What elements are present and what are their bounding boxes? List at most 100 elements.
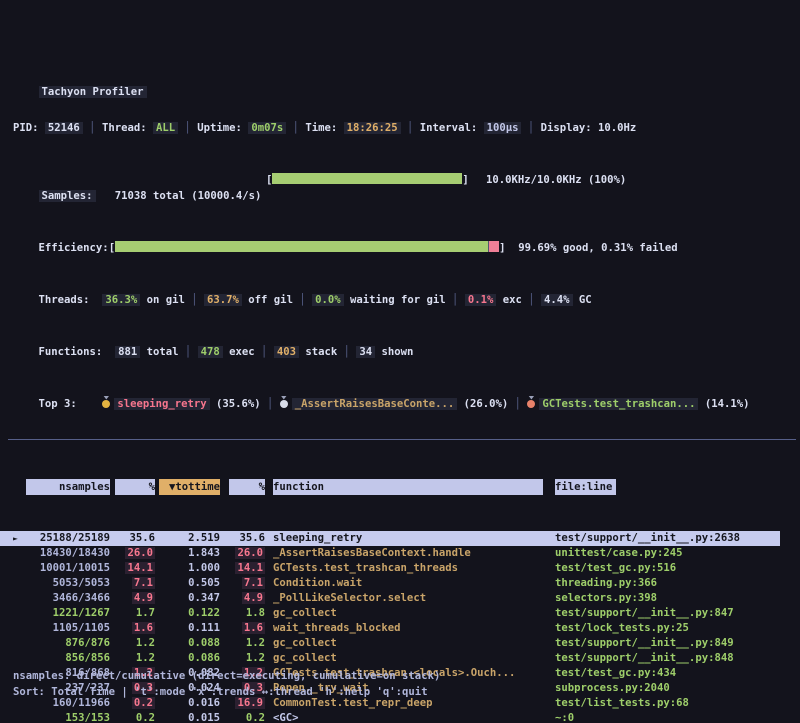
table-row[interactable]: 5053/50537.10.5057.1Condition.waitthread… bbox=[0, 576, 800, 591]
thread-value[interactable]: ALL bbox=[153, 122, 178, 134]
header-cumpct[interactable]: % bbox=[229, 479, 265, 495]
medal-rank3-icon bbox=[527, 400, 535, 408]
function-stat-value: 34 bbox=[356, 346, 375, 358]
nsamples-cell: 153/153 bbox=[26, 711, 110, 723]
cumpct-cell: 1.2 bbox=[229, 636, 265, 651]
title-line: Tachyon Profiler bbox=[0, 68, 800, 84]
thread-stat-value: 0.1% bbox=[465, 294, 497, 306]
function-stat-text: exec bbox=[229, 346, 255, 358]
table-row[interactable]: 10001/1001514.11.00014.1GCTests.test_tra… bbox=[0, 561, 800, 576]
cumpct-value: 14.1 bbox=[235, 562, 265, 574]
uptime-value: 0m07s bbox=[248, 122, 286, 134]
threads-line: Threads: 36.3% on gil63.7% off gil0.0% w… bbox=[0, 276, 800, 292]
top3-pct: (35.6%) bbox=[210, 398, 261, 410]
nsamples-cell: 876/876 bbox=[26, 636, 110, 651]
tottime-cell: 0.347 bbox=[159, 591, 220, 606]
efficiency-line: Efficiency:[] 99.69% good, 0.31% failed bbox=[0, 224, 800, 240]
display-value: 10.0Hz bbox=[598, 122, 636, 134]
header-tottime-sorted[interactable]: ▼tottime bbox=[159, 479, 220, 495]
cumpct-cell: 1.6 bbox=[229, 621, 265, 636]
separator bbox=[446, 294, 465, 306]
thread-stat-text: exc bbox=[503, 294, 522, 306]
separator bbox=[185, 294, 204, 306]
pct-cell: 26.0 bbox=[115, 546, 155, 561]
pct-cell: 1.2 bbox=[115, 636, 155, 651]
separator bbox=[401, 122, 420, 134]
top3-line: Top 3: sleeping_retry (35.6%)_AssertRais… bbox=[0, 380, 800, 396]
file-line-cell: ~:0 bbox=[555, 711, 800, 723]
function-cell: Condition.wait bbox=[273, 576, 543, 591]
table-row[interactable]: 1105/11051.60.1111.6wait_threads_blocked… bbox=[0, 621, 800, 636]
nsamples-cell: 18430/18430 bbox=[26, 546, 110, 561]
cumpct-cell: 14.1 bbox=[229, 561, 265, 576]
thread-stat-value: 0.0% bbox=[312, 294, 344, 306]
file-line-cell: selectors.py:398 bbox=[555, 591, 800, 606]
nsamples-cell: 10001/10015 bbox=[26, 561, 110, 576]
pct-cell: 35.6 bbox=[115, 531, 155, 546]
top3-function-name[interactable]: sleeping_retry bbox=[114, 398, 209, 410]
app-title: Tachyon Profiler bbox=[39, 86, 147, 98]
time-value: 18:26:25 bbox=[344, 122, 401, 134]
profiler-terminal: Tachyon Profiler PID: 52146Thread: ALLUp… bbox=[0, 0, 800, 723]
function-cell: gc_collect bbox=[273, 606, 543, 621]
pct-cell: 1.2 bbox=[115, 651, 155, 666]
header-file-line[interactable]: file:line bbox=[555, 479, 616, 495]
tottime-cell: 1.000 bbox=[159, 561, 220, 576]
efficiency-bar-fail bbox=[489, 241, 499, 252]
separator bbox=[293, 294, 312, 306]
cumpct-value: 26.0 bbox=[235, 547, 265, 559]
thread-stat-text: waiting for gil bbox=[350, 294, 446, 306]
table-row[interactable]: 1221/12671.70.1221.8gc_collecttest/suppo… bbox=[0, 606, 800, 621]
file-line-cell: test/lock_tests.py:25 bbox=[555, 621, 800, 636]
separator bbox=[522, 294, 541, 306]
threads-segments: 36.3% on gil63.7% off gil0.0% waiting fo… bbox=[102, 294, 591, 306]
samples-label: Samples: bbox=[39, 190, 96, 202]
pid-value: 52146 bbox=[45, 122, 83, 134]
tottime-cell: 0.088 bbox=[159, 636, 220, 651]
separator bbox=[83, 122, 102, 134]
pct-cell: 1.7 bbox=[115, 606, 155, 621]
cumpct-value: 0.2 bbox=[246, 712, 265, 723]
tottime-cell: 2.519 bbox=[159, 531, 220, 546]
function-cell: _PollLikeSelector.select bbox=[273, 591, 543, 606]
thread-stat-text: GC bbox=[579, 294, 592, 306]
tottime-cell: 1.843 bbox=[159, 546, 220, 561]
pct-cell: 0.2 bbox=[115, 711, 155, 723]
samples-line: Samples: 71038 total (10000.4/s) [] 10.0… bbox=[0, 172, 800, 188]
header-function[interactable]: function bbox=[273, 479, 543, 495]
header-pct[interactable]: % bbox=[115, 479, 155, 495]
function-stat-value: 881 bbox=[115, 346, 140, 358]
pct-cell: 14.1 bbox=[115, 561, 155, 576]
tottime-cell: 0.111 bbox=[159, 621, 220, 636]
pct-value: 1.7 bbox=[136, 607, 155, 619]
separator bbox=[337, 346, 356, 358]
pid-label: PID: bbox=[13, 122, 39, 134]
table-row[interactable]: 18430/18430 26.0 1.843 26.0 _AssertRaisesBas… bbox=[0, 546, 800, 561]
file-line-cell: test/support/__init__.py:848 bbox=[555, 651, 800, 666]
table-row[interactable]: 153/1530.20.0150.2<GC>~:0 bbox=[0, 711, 800, 723]
file-line-cell: unittest/case.py:245 bbox=[555, 546, 800, 561]
pct-value: 14.1 bbox=[125, 562, 155, 574]
table-row[interactable]: ►25188/2518935.62.51935.6sleeping_retryt… bbox=[0, 531, 800, 546]
horizontal-rule bbox=[8, 432, 796, 440]
thread-label: Thread: bbox=[102, 122, 147, 134]
medal-rank1-icon bbox=[102, 400, 110, 408]
table-row[interactable]: 3466/34664.90.3474.9_PollLikeSelector.se… bbox=[0, 591, 800, 606]
table-row[interactable]: 876/8761.20.0881.2gc_collecttest/support… bbox=[0, 636, 800, 651]
efficiency-bar-fill bbox=[115, 241, 488, 252]
pct-value: 0.2 bbox=[136, 712, 155, 723]
header-nsamples[interactable]: nsamples bbox=[26, 479, 110, 495]
efficiency-label: Efficiency: bbox=[39, 242, 109, 254]
table-row[interactable]: 856/8561.20.0861.2gc_collecttest/support… bbox=[0, 651, 800, 666]
function-cell: <GC> bbox=[273, 711, 543, 723]
samples-total: 71038 total (10000.4/s) bbox=[115, 190, 262, 202]
interval-value: 100µs bbox=[484, 122, 522, 134]
function-cell: _AssertRaisesBaseContext.handle bbox=[273, 546, 543, 561]
medal-rank2-icon bbox=[280, 400, 288, 408]
top3-function-name[interactable]: GCTests.test_trashcan... bbox=[539, 398, 698, 410]
pct-value: 35.6 bbox=[129, 532, 155, 544]
pct-value: 4.9 bbox=[132, 592, 155, 604]
nsamples-cell: 1221/1267 bbox=[26, 606, 110, 621]
top3-pct: (26.0%) bbox=[457, 398, 508, 410]
top3-function-name[interactable]: _AssertRaisesBaseConte... bbox=[292, 398, 457, 410]
